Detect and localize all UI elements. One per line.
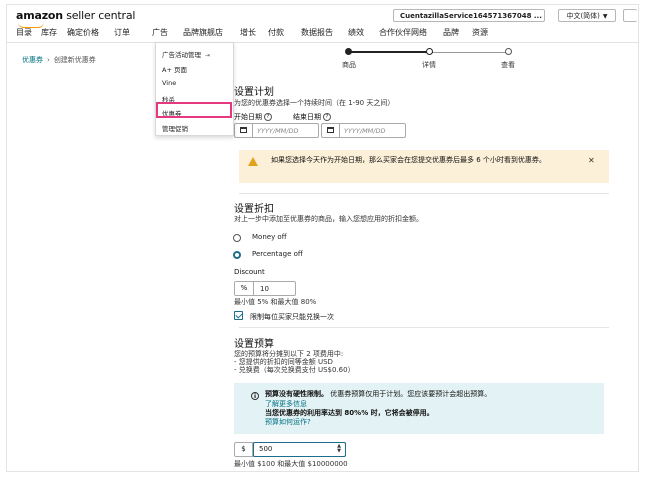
menu-item-a-plus[interactable]: A+ 页面 <box>162 64 187 74</box>
discount-heading: 设置折扣 <box>234 204 274 215</box>
step-label-review: 查看 <box>501 61 515 69</box>
nav-item-inventory[interactable]: 库存 <box>41 27 57 38</box>
discount-value: 10 <box>260 285 269 293</box>
start-date-field[interactable]: YYYY/MM/DD <box>234 123 319 138</box>
budget-info-line: 预算没有硬性限制。 优惠券预算仅用于计划。您应该要预计会超出预算。 <box>265 389 491 399</box>
percentage-off-radio[interactable] <box>233 251 241 259</box>
language-select[interactable]: 中文(简体) ▼ <box>558 9 616 22</box>
coupons-highlight-box <box>156 102 232 118</box>
nav-item-performance[interactable]: 绩效 <box>348 27 364 38</box>
money-off-radio[interactable] <box>233 234 241 242</box>
schedule-description: 为您的优惠券选择一个持续时间（在 1-90 天之间） <box>234 99 395 107</box>
limit-once-checkbox[interactable] <box>234 311 243 320</box>
discount-input[interactable]: % 10 <box>234 281 296 296</box>
nav-item-reports[interactable]: 数据报告 <box>301 27 333 38</box>
amazon-seller-central-logo[interactable]: amazon seller central <box>16 9 136 28</box>
budget-input-group: $ 500 ▲ ▼ <box>234 442 346 457</box>
step-label-products: 商品 <box>342 61 356 69</box>
help-icon[interactable]: ? <box>323 113 331 121</box>
menu-item-promotions[interactable]: 管理促销 <box>162 123 188 133</box>
nav-item-growth[interactable]: 增长 <box>240 27 256 38</box>
start-date-label: 开始日期? <box>234 112 272 122</box>
seller-central-window: amazon seller central CuentazillaService… <box>7 5 638 471</box>
budget-input[interactable]: 500 ▲ ▼ <box>253 442 346 457</box>
nav-item-stores[interactable]: 品牌旗舰店 <box>183 27 223 38</box>
end-date-field[interactable]: YYYY/MM/DD <box>321 123 406 138</box>
info-icon: i <box>251 392 259 400</box>
how-budget-works-link[interactable]: 预算如何运作? <box>265 417 311 427</box>
discount-hint: 最小值 5% 和最大值 80% <box>234 298 317 306</box>
nav-item-catalog[interactable]: 目录 <box>16 27 32 38</box>
percentage-off-label[interactable]: Percentage off <box>252 250 303 258</box>
schedule-heading: 设置计划 <box>234 87 274 98</box>
calendar-icon <box>327 127 334 133</box>
help-icon[interactable]: ? <box>264 113 272 121</box>
budget-info-rest: 优惠券预算仅用于计划。您应该要预计会超出预算。 <box>330 390 492 398</box>
dollar-prefix: $ <box>235 443 253 456</box>
budget-heading: 设置预算 <box>234 339 274 350</box>
menu-item-vine[interactable]: Vine <box>162 79 176 87</box>
end-date-label: 结束日期? <box>293 112 331 122</box>
calendar-icon <box>240 127 247 133</box>
menu-item-campaign-manager[interactable]: 广告活动管理 ⇥ <box>162 49 210 59</box>
close-icon[interactable]: ✕ <box>588 156 595 165</box>
menu-item-campaign-manager-label: 广告活动管理 <box>162 51 201 59</box>
percent-prefix: % <box>235 282 254 295</box>
chevron-down-icon: ▼ <box>602 13 608 20</box>
budget-info-box: i 预算没有硬性限制。 优惠券预算仅用于计划。您应该要预计会超出预算。 了解更多… <box>234 383 604 434</box>
logo-amazon-text: amazon <box>16 9 63 22</box>
step-label-details: 详情 <box>422 61 436 69</box>
step-dot-details <box>426 48 433 55</box>
end-calendar-button[interactable] <box>322 124 340 137</box>
money-off-label[interactable]: Money off <box>252 233 287 241</box>
section-divider <box>239 193 609 194</box>
account-switcher[interactable]: CuentazillaService164571367048 ... <box>393 9 545 22</box>
section-divider <box>239 327 609 328</box>
nav-item-advertising[interactable]: 广告 <box>152 27 168 38</box>
stepper-arrows-icon[interactable]: ▲ ▼ <box>337 444 341 454</box>
main-nav: 目录 库存 确定价格 订单 广告 品牌旗舰店 增长 付款 数据报告 绩效 合作伙… <box>7 24 638 43</box>
start-date-warning: 如果您选择今天作为开始日期，那么买家会在您提交优惠券后最多 6 个小时看到优惠券… <box>239 150 609 183</box>
logo-seller-central-text: seller central <box>62 9 136 22</box>
discount-field-label: Discount <box>234 268 265 276</box>
stepper-progress-line <box>348 51 430 53</box>
nav-item-resources[interactable]: 资源 <box>472 27 488 38</box>
nav-item-orders[interactable]: 订单 <box>114 27 130 38</box>
nav-item-pricing[interactable]: 确定价格 <box>67 27 99 38</box>
step-dot-review <box>505 48 512 55</box>
end-date-placeholder: YYYY/MM/DD <box>344 127 386 135</box>
language-label: 中文(简体) <box>566 12 600 20</box>
breadcrumb: 优惠券 › 创建新优惠券 <box>22 55 96 65</box>
limit-once-label[interactable]: 限制每位买家只能兑换一次 <box>250 312 334 322</box>
search-box-edge[interactable] <box>623 9 637 22</box>
start-date-label-text: 开始日期 <box>234 113 262 121</box>
warning-icon <box>248 157 258 166</box>
budget-item-fee: - 兑换费（每次兑换费支付 US$0.60） <box>234 366 355 374</box>
nav-item-brands[interactable]: 品牌 <box>443 27 459 38</box>
step-dot-products <box>345 48 352 55</box>
breadcrumb-current: 创建新优惠券 <box>53 56 96 64</box>
start-date-placeholder: YYYY/MM/DD <box>257 127 299 135</box>
nav-item-payments[interactable]: 付款 <box>268 27 284 38</box>
warning-text: 如果您选择今天作为开始日期，那么买家会在您提交优惠券后最多 6 个小时看到优惠券… <box>271 156 546 164</box>
chevron-right-icon: › <box>47 56 50 64</box>
stepper-remaining-line <box>430 52 510 53</box>
external-link-icon: ⇥ <box>205 52 211 59</box>
budget-info-bold: 预算没有硬性限制。 <box>265 390 328 398</box>
nav-item-partner-network[interactable]: 合作伙伴网络 <box>379 27 427 38</box>
end-date-label-text: 结束日期 <box>293 113 321 121</box>
discount-description: 对上一步中添加至优惠券的商品，输入您想应用的折扣金额。 <box>234 215 423 223</box>
advertising-dropdown-menu: 广告活动管理 ⇥ A+ 页面 Vine 秒杀 优惠券 管理促销 <box>155 42 234 136</box>
start-calendar-button[interactable] <box>235 124 253 137</box>
breadcrumb-coupons-link[interactable]: 优惠券 <box>22 56 43 64</box>
budget-hint: 最小值 $100 和最大值 $10000000 <box>234 460 348 468</box>
budget-value: 500 <box>259 445 273 453</box>
